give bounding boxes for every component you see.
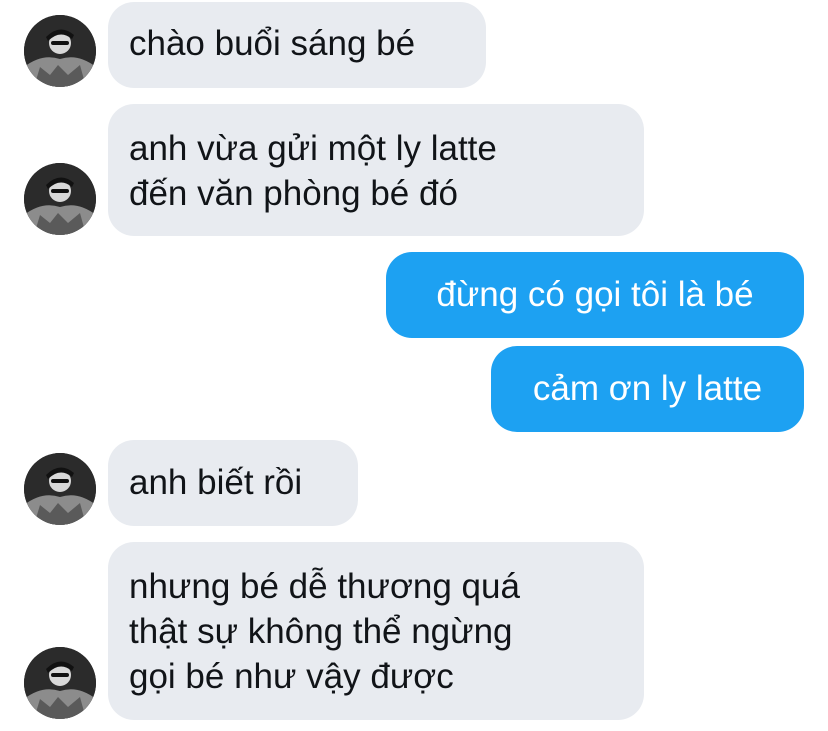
message-text: gọi bé như vậy được (129, 657, 454, 696)
message-text: thật sự không thể ngừng (129, 612, 513, 651)
message-bubble-outgoing[interactable]: đừng có gọi tôi là bé (386, 252, 804, 338)
message-text: nhưng bé dễ thương quá (129, 567, 520, 606)
message-bubble-incoming[interactable]: anh vừa gửi một ly latte đến văn phòng b… (108, 104, 644, 236)
message-text: đừng có gọi tôi là bé (436, 275, 754, 314)
message-bubble-outgoing[interactable]: cảm ơn ly latte (491, 346, 804, 432)
user-avatar-icon (24, 453, 96, 525)
message-text: chào buổi sáng bé (129, 24, 416, 63)
message-bubble-incoming[interactable]: nhưng bé dễ thương quá thật sự không thể… (108, 542, 644, 720)
message-bubble-incoming[interactable]: chào buổi sáng bé (108, 2, 486, 88)
message-text: đến văn phòng bé đó (129, 174, 458, 213)
user-avatar-icon (24, 647, 96, 719)
avatar[interactable] (24, 453, 96, 525)
message-text: cảm ơn ly latte (532, 369, 763, 408)
user-avatar-icon (24, 15, 96, 87)
user-avatar-icon (24, 163, 96, 235)
avatar[interactable] (24, 15, 96, 87)
avatar[interactable] (24, 647, 96, 719)
message-bubble-incoming[interactable]: anh biết rồi (108, 440, 358, 526)
message-text: anh biết rồi (129, 463, 303, 502)
avatar[interactable] (24, 163, 96, 235)
message-text: anh vừa gửi một ly latte (129, 129, 497, 168)
